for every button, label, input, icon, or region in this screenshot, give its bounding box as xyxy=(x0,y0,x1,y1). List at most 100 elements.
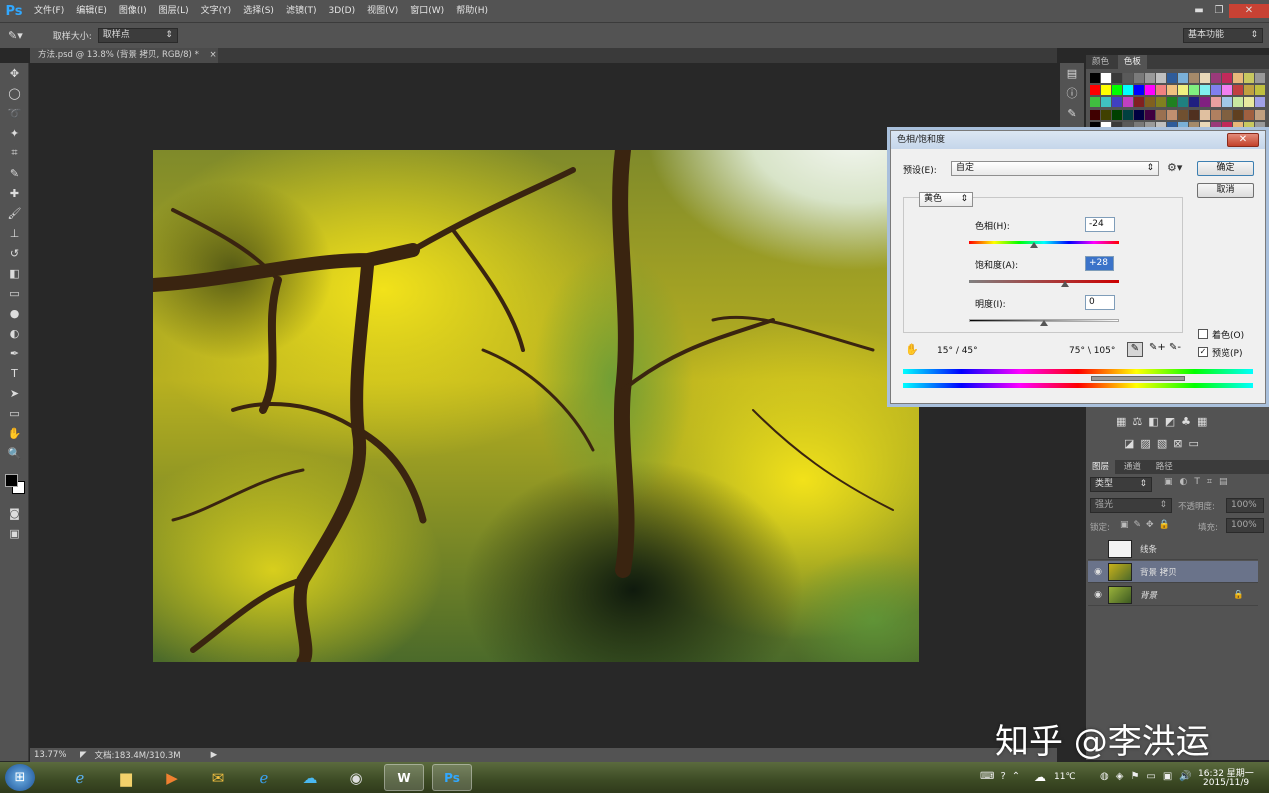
color-swatch[interactable] xyxy=(1211,97,1221,108)
tab-color[interactable]: 颜色 xyxy=(1086,55,1115,69)
lightness-input[interactable]: 0 xyxy=(1085,295,1115,310)
color-swatches[interactable] xyxy=(0,463,29,503)
color-swatch[interactable] xyxy=(1101,109,1111,120)
dodge-tool-icon[interactable]: ◐ xyxy=(0,323,29,343)
blend-mode-select[interactable]: 强光 ⇕ xyxy=(1090,498,1172,513)
status-menu-icon[interactable]: ◤ xyxy=(80,750,87,760)
type-filter-icon[interactable]: T xyxy=(1194,477,1200,487)
menu-item[interactable]: 图层(L) xyxy=(153,0,195,22)
saturation-slider-thumb[interactable] xyxy=(1061,281,1069,287)
eyedropper-plus-icon[interactable]: ✎+ xyxy=(1149,342,1166,353)
cancel-button[interactable]: 取消 xyxy=(1197,183,1254,198)
color-swatch[interactable] xyxy=(1255,109,1265,120)
color-swatch[interactable] xyxy=(1255,85,1265,96)
explorer-taskbar-icon[interactable]: ▆ xyxy=(106,764,146,791)
media-player-taskbar-icon[interactable]: ▶ xyxy=(152,764,192,791)
color-swatch[interactable] xyxy=(1233,73,1243,83)
saturation-input[interactable]: +28 xyxy=(1085,256,1114,271)
workspace-select[interactable]: 基本功能 ⇕ xyxy=(1183,28,1263,43)
layer-row[interactable]: ◉ 背景 🔒 xyxy=(1088,584,1258,606)
preset-options-gear-icon[interactable]: ⚙▾ xyxy=(1167,161,1182,174)
menu-item[interactable]: 选择(S) xyxy=(237,0,280,22)
brush-tool-icon[interactable]: 🖌 xyxy=(0,203,29,223)
zoom-level[interactable]: 13.77% xyxy=(34,750,74,760)
shape-filter-icon[interactable]: ⌗ xyxy=(1207,477,1212,487)
color-swatch[interactable] xyxy=(1101,85,1111,96)
color-swatch[interactable] xyxy=(1200,73,1210,83)
color-swatch[interactable] xyxy=(1178,97,1188,108)
menu-item[interactable]: 视图(V) xyxy=(361,0,404,22)
invert-icon[interactable]: ◪ xyxy=(1124,437,1134,450)
channel-select[interactable]: 黄色 ⇕ xyxy=(919,192,973,207)
color-swatch[interactable] xyxy=(1123,97,1133,108)
browser-taskbar-icon[interactable]: ℯ xyxy=(244,764,284,791)
preview-checkbox[interactable]: ✓ xyxy=(1198,347,1208,357)
eyedropper-minus-icon[interactable]: ✎- xyxy=(1169,342,1181,353)
menu-item[interactable]: 3D(D) xyxy=(322,0,361,22)
clone-stamp-tool-icon[interactable]: ⊥ xyxy=(0,223,29,243)
network-globe-icon[interactable]: ◍ xyxy=(1100,771,1109,782)
color-swatch[interactable] xyxy=(1090,97,1100,108)
mail-taskbar-icon[interactable]: ✉ xyxy=(198,764,238,791)
selective-color-icon[interactable]: ▭ xyxy=(1188,437,1198,450)
color-swatch[interactable] xyxy=(1156,85,1166,96)
color-swatch[interactable] xyxy=(1189,109,1199,120)
tab-layers[interactable]: 图层 xyxy=(1086,460,1116,474)
curves-icon[interactable]: ◧ xyxy=(1148,415,1158,428)
menu-item[interactable]: 文字(Y) xyxy=(195,0,238,22)
foreground-color-swatch[interactable] xyxy=(5,474,18,487)
eyedropper-tool-icon[interactable]: ✎▾ xyxy=(8,29,23,42)
tab-paths[interactable]: 路径 xyxy=(1150,460,1179,474)
menu-item[interactable]: 图像(I) xyxy=(113,0,153,22)
color-lookup-icon[interactable]: ▦ xyxy=(1197,415,1207,428)
history-panel-icon[interactable]: ▤ xyxy=(1060,63,1084,83)
type-tool-icon[interactable]: T xyxy=(0,363,29,383)
color-swatch[interactable] xyxy=(1156,109,1166,120)
saturation-slider-track[interactable] xyxy=(969,280,1119,283)
color-swatch[interactable] xyxy=(1134,97,1144,108)
color-swatch[interactable] xyxy=(1112,109,1122,120)
layer-filter-select[interactable]: 类型 ⇕ xyxy=(1090,477,1152,492)
keyboard-icon[interactable]: ⌨ xyxy=(980,771,994,782)
color-swatch[interactable] xyxy=(1090,73,1100,83)
color-swatch[interactable] xyxy=(1255,73,1265,83)
lasso-tool-icon[interactable]: ➰ xyxy=(0,103,29,123)
adjustment-filter-icon[interactable]: ◐ xyxy=(1180,477,1188,487)
shape-tool-icon[interactable]: ▭ xyxy=(0,403,29,423)
color-swatch[interactable] xyxy=(1244,73,1254,83)
color-swatch[interactable] xyxy=(1134,109,1144,120)
tray-arrow-icon[interactable]: ⌃ xyxy=(1012,771,1020,782)
crop-tool-icon[interactable]: ⌗ xyxy=(0,143,29,163)
color-swatch[interactable] xyxy=(1145,85,1155,96)
color-swatch[interactable] xyxy=(1211,109,1221,120)
layer-row[interactable]: ◉ 背景 拷贝 xyxy=(1088,561,1258,583)
color-swatch[interactable] xyxy=(1134,73,1144,83)
word-taskbar-icon[interactable]: W xyxy=(384,764,424,791)
marquee-tool-icon[interactable]: ◯ xyxy=(0,83,29,103)
color-swatch[interactable] xyxy=(1233,97,1243,108)
color-range-selector[interactable] xyxy=(1091,376,1185,381)
levels-icon[interactable]: ⚖ xyxy=(1132,415,1142,428)
color-swatch[interactable] xyxy=(1156,97,1166,108)
exposure-icon[interactable]: ◩ xyxy=(1165,415,1175,428)
color-swatch[interactable] xyxy=(1167,85,1177,96)
hue-slider-track[interactable] xyxy=(969,241,1119,244)
menu-item[interactable]: 滤镜(T) xyxy=(280,0,323,22)
eyedropper-tool-icon[interactable]: ✎ xyxy=(0,163,29,183)
brush-panel-icon[interactable]: ✎ xyxy=(1060,103,1084,123)
healing-brush-tool-icon[interactable]: ✚ xyxy=(0,183,29,203)
color-swatch[interactable] xyxy=(1123,73,1133,83)
color-swatch[interactable] xyxy=(1222,85,1232,96)
menu-item[interactable]: 窗口(W) xyxy=(404,0,450,22)
color-swatch[interactable] xyxy=(1211,85,1221,96)
color-swatch[interactable] xyxy=(1134,85,1144,96)
monitor-icon[interactable]: ▣ xyxy=(1163,771,1172,782)
color-swatch[interactable] xyxy=(1112,73,1122,83)
colorize-checkbox[interactable] xyxy=(1198,329,1208,339)
baidu-cloud-taskbar-icon[interactable]: ☁ xyxy=(290,764,330,791)
clock-date[interactable]: 2015/11/9 xyxy=(1203,778,1249,788)
color-swatch[interactable] xyxy=(1178,73,1188,83)
menu-item[interactable]: 编辑(E) xyxy=(70,0,113,22)
gradient-map-icon[interactable]: ⊠ xyxy=(1173,437,1182,450)
color-swatch[interactable] xyxy=(1189,73,1199,83)
